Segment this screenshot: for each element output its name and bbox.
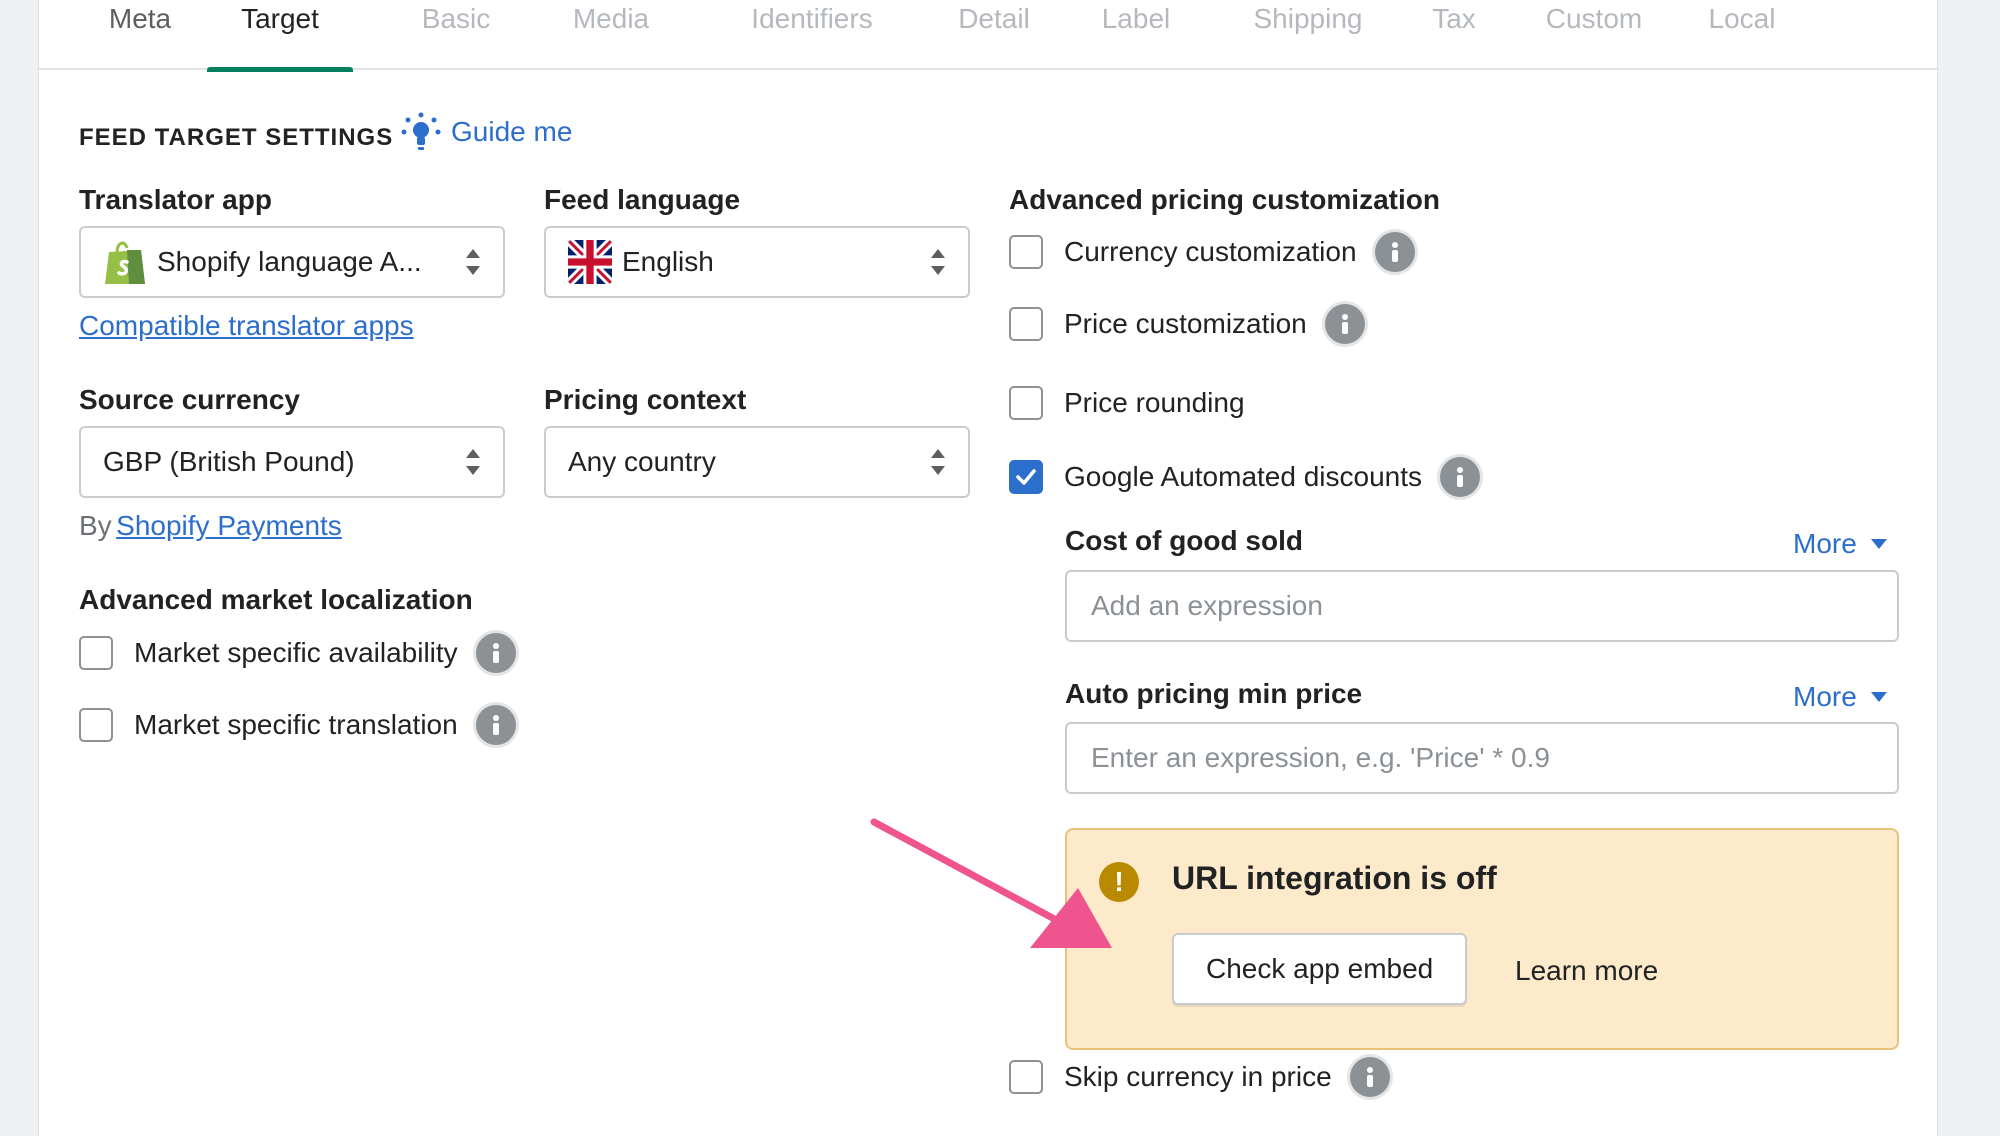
select-caret-icon <box>930 449 946 475</box>
by-prefix: By <box>79 510 112 541</box>
source-currency-label: Source currency <box>79 384 300 415</box>
shopify-bag-icon <box>105 241 145 284</box>
google-discounts-row: Google Automated discounts <box>1009 457 1481 497</box>
google-discounts-label: Google Automated discounts <box>1064 461 1423 492</box>
autoprice-more-label: More <box>1793 681 1857 712</box>
banner-title: URL integration is off <box>1172 860 1497 896</box>
info-icon[interactable] <box>1349 1057 1390 1097</box>
translator-app-label: Translator app <box>79 184 272 215</box>
price-rounding-label: Price rounding <box>1064 387 1245 418</box>
price-rounding-checkbox[interactable] <box>1009 386 1043 420</box>
market-availability-row: Market specific availability <box>79 633 516 673</box>
market-availability-label: Market specific availability <box>134 637 458 668</box>
tab-shipping[interactable]: Shipping <box>1209 0 1407 70</box>
currency-customization-label: Currency customization <box>1064 236 1357 267</box>
url-integration-banner: ! URL integration is off Check app embed… <box>1065 828 1899 1050</box>
guide-me-label: Guide me <box>451 116 573 147</box>
feed-language-label: Feed language <box>544 184 741 215</box>
currency-customization-checkbox[interactable] <box>1009 235 1043 269</box>
market-translation-checkbox[interactable] <box>79 708 113 742</box>
cogs-label: Cost of good sold <box>1065 525 1303 556</box>
market-localization-title: Advanced market localization <box>79 584 473 615</box>
pricing-context-select[interactable]: Any country <box>544 426 970 498</box>
price-rounding-row: Price rounding <box>1009 386 1245 420</box>
pricing-customization-title: Advanced pricing customization <box>1009 184 1440 215</box>
section-title: FEED TARGET SETTINGS <box>79 124 394 151</box>
caret-down-icon <box>1870 539 1887 549</box>
select-caret-icon <box>465 249 481 275</box>
skip-currency-row: Skip currency in price <box>1009 1057 1390 1097</box>
learn-more-link[interactable]: Learn more <box>1515 955 1658 987</box>
google-discounts-checkbox[interactable] <box>1009 460 1043 494</box>
market-translation-label: Market specific translation <box>134 709 458 740</box>
info-icon[interactable] <box>1324 304 1365 344</box>
uk-flag-icon <box>568 240 612 284</box>
tab-custom[interactable]: Custom <box>1521 0 1667 70</box>
market-translation-row: Market specific translation <box>79 705 516 745</box>
cogs-more-button[interactable]: More <box>1793 528 1887 560</box>
tab-target-label: Target <box>241 3 319 34</box>
tab-active-indicator <box>207 67 353 72</box>
price-customization-label: Price customization <box>1064 308 1307 339</box>
tab-detail[interactable]: Detail <box>921 0 1067 70</box>
compatible-translator-apps-link[interactable]: Compatible translator apps <box>79 310 414 342</box>
info-icon[interactable] <box>1374 232 1415 272</box>
pricing-context-value: Any country <box>568 446 716 477</box>
translator-app-select[interactable]: Shopify language A... <box>79 226 505 298</box>
autoprice-more-button[interactable]: More <box>1793 681 1887 713</box>
tab-meta[interactable]: Meta <box>85 0 195 70</box>
price-customization-row: Price customization <box>1009 304 1365 344</box>
currency-provider: By Shopify Payments <box>79 510 342 542</box>
info-icon[interactable] <box>475 705 516 745</box>
autoprice-label: Auto pricing min price <box>1065 678 1363 709</box>
currency-customization-row: Currency customization <box>1009 232 1415 272</box>
info-icon[interactable] <box>475 633 516 673</box>
skip-currency-checkbox[interactable] <box>1009 1060 1043 1094</box>
feed-language-select[interactable]: English <box>544 226 970 298</box>
guide-me-link[interactable]: Guide me <box>399 110 572 154</box>
check-app-embed-button[interactable]: Check app embed <box>1172 933 1468 1005</box>
lightbulb-icon <box>401 112 441 150</box>
tab-bar: Meta Target Basic Media Identifiers Deta… <box>39 0 1937 72</box>
price-customization-checkbox[interactable] <box>1009 307 1043 341</box>
tab-media[interactable]: Media <box>544 0 678 70</box>
pricing-context-label: Pricing context <box>544 384 747 415</box>
source-currency-value: GBP (British Pound) <box>103 446 355 477</box>
shopify-payments-link[interactable]: Shopify Payments <box>116 510 342 541</box>
feed-language-value: English <box>622 246 714 277</box>
skip-currency-label: Skip currency in price <box>1064 1061 1332 1092</box>
tab-label[interactable]: Label <box>1071 0 1201 70</box>
tab-target[interactable]: Target <box>207 0 353 72</box>
caret-down-icon <box>1870 692 1887 702</box>
tab-tax[interactable]: Tax <box>1399 0 1509 70</box>
select-caret-icon <box>465 449 481 475</box>
info-icon[interactable] <box>1440 457 1481 497</box>
checkmark-icon <box>1016 469 1036 485</box>
translator-app-value: Shopify language A... <box>157 246 422 277</box>
tab-local[interactable]: Local <box>1679 0 1805 70</box>
market-availability-checkbox[interactable] <box>79 636 113 670</box>
tab-basic[interactable]: Basic <box>391 0 521 70</box>
select-caret-icon <box>930 249 946 275</box>
autoprice-input[interactable] <box>1065 722 1899 794</box>
cogs-input[interactable] <box>1065 570 1899 642</box>
cogs-more-label: More <box>1793 528 1857 559</box>
annotation-arrow-icon <box>870 818 1112 948</box>
source-currency-select[interactable]: GBP (British Pound) <box>79 426 505 498</box>
tab-identifiers[interactable]: Identifiers <box>699 0 925 70</box>
